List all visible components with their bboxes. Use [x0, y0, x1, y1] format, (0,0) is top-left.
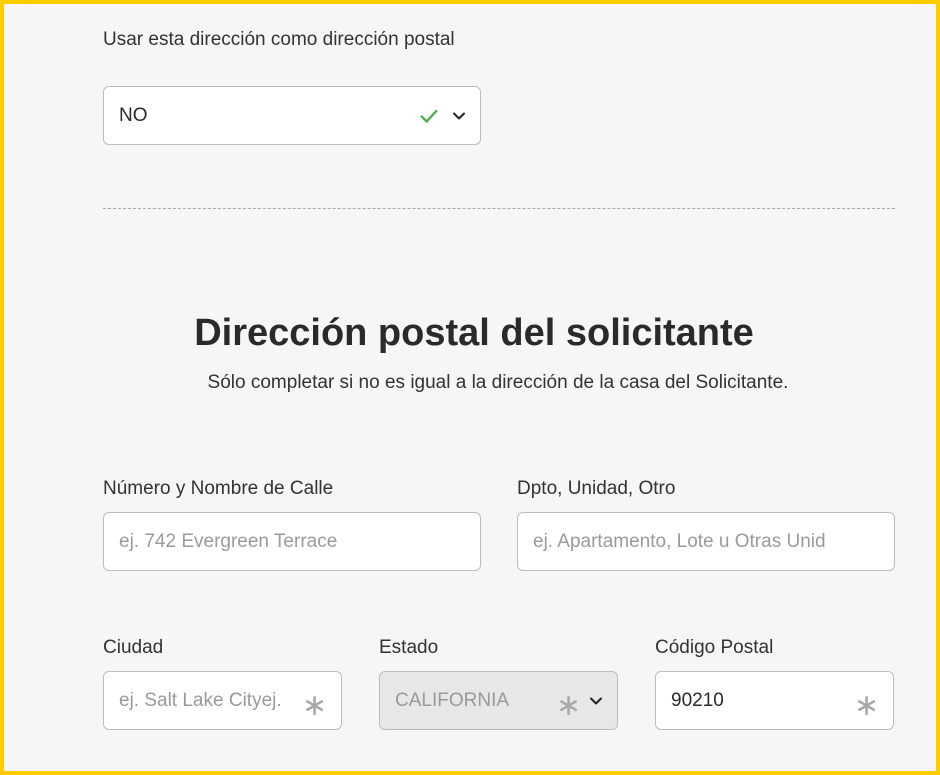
city-label: Ciudad: [103, 637, 164, 658]
check-icon: [420, 109, 438, 123]
chevron-down-icon: [590, 697, 602, 704]
postal-toggle-label: Usar esta dirección como dirección posta…: [103, 29, 455, 50]
street-placeholder: ej. 742 Evergreen Terrace: [119, 530, 338, 552]
state-select[interactable]: CALIFORNIA ∗: [379, 671, 618, 730]
city-input[interactable]: ej. Salt Lake Cityej. ∗: [103, 671, 342, 730]
section-subtitle: Sólo completar si no es igual a la direc…: [207, 372, 789, 393]
chevron-down-icon: [453, 112, 465, 119]
form-frame: Usar esta dirección como dirección posta…: [0, 0, 940, 775]
state-label: Estado: [379, 637, 439, 658]
street-label: Número y Nombre de Calle: [103, 478, 334, 499]
state-value: CALIFORNIA: [395, 689, 510, 711]
zip-value: 90210: [671, 689, 724, 711]
street-input[interactable]: ej. 742 Evergreen Terrace: [103, 512, 481, 571]
postal-toggle-select[interactable]: NO: [103, 86, 481, 145]
section-title: Dirección postal del solicitante: [194, 312, 754, 354]
required-asterisk-icon: ∗: [853, 687, 879, 723]
unit-input[interactable]: ej. Apartamento, Lote u Otras Unid: [517, 512, 895, 571]
zip-label: Código Postal: [655, 637, 774, 658]
unit-label: Dpto, Unidad, Otro: [517, 478, 676, 499]
required-asterisk-icon: ∗: [555, 687, 581, 723]
unit-placeholder: ej. Apartamento, Lote u Otras Unid: [533, 530, 826, 552]
zip-input[interactable]: 90210 ∗: [655, 671, 894, 730]
city-placeholder: ej. Salt Lake Cityej.: [119, 689, 282, 711]
postal-toggle-value: NO: [119, 104, 148, 126]
required-asterisk-icon: ∗: [301, 687, 327, 723]
section-divider: [103, 208, 895, 209]
